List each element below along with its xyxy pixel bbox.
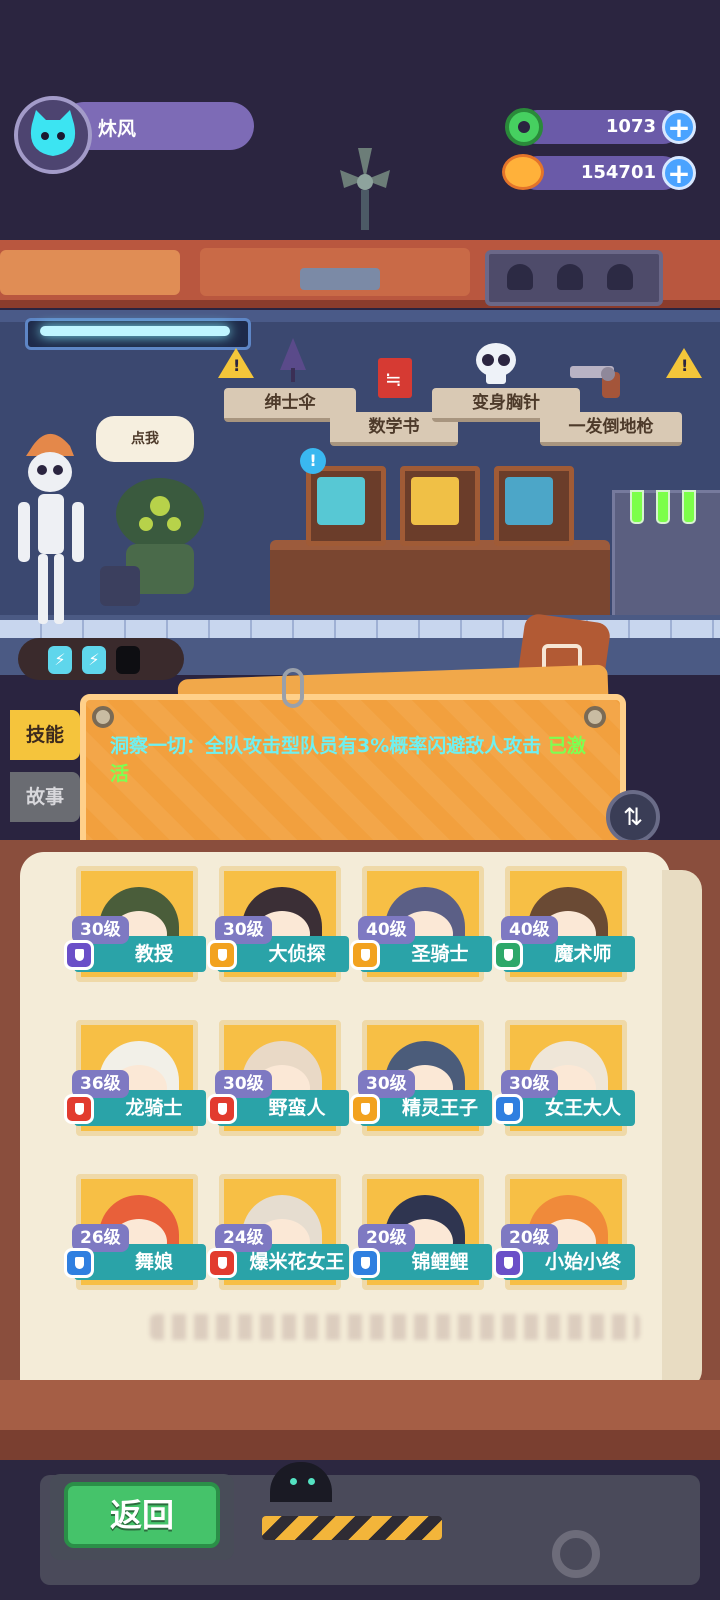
character-name: 魔术师 [554,943,612,965]
character-name: 野蛮人 [268,1097,326,1119]
energy-cell-empty [116,646,140,674]
skeleton-character[interactable] [8,420,88,630]
test-tube [656,490,670,524]
character-card[interactable]: 20级 锦鲤鲤 [350,1174,494,1314]
player-name: 炑风 [98,118,137,140]
pin-icon [92,706,114,728]
character-name: 女王大人 [544,1097,621,1119]
cat-avatar-icon [30,110,76,156]
add-coin-button[interactable]: + [662,156,696,190]
character-name: 龙骑士 [125,1097,183,1119]
class-badge-icon [493,1094,523,1124]
add-gem-button[interactable]: + [662,110,696,144]
character-card[interactable]: 30级 精灵王子 [350,1020,494,1160]
back-button[interactable]: 返回 [64,1482,220,1548]
skull-icon[interactable] [472,340,520,388]
ghost-icon [557,264,583,290]
swap-button[interactable]: ⇅ [606,790,660,844]
robot-character[interactable] [100,470,220,610]
book-base [0,1430,720,1460]
dial-icon [552,1530,600,1578]
character-card[interactable]: 40级 魔术师 [493,866,637,1006]
blurred-caption [150,1314,640,1340]
energy-cell-icon: ⚡ [48,646,72,674]
test-tube [630,490,644,524]
class-badge-icon [350,1094,380,1124]
class-badge-icon [207,940,237,970]
warning-icon: ! [218,348,254,378]
tab-story[interactable]: 故事 [10,772,80,822]
character-card[interactable]: 30级 女王大人 [493,1020,637,1160]
creature-eye [290,1478,297,1485]
fan-icon [340,148,390,230]
character-card[interactable]: 30级 野蛮人 [207,1020,351,1160]
character-card[interactable]: 30级 大侦探 [207,866,351,1006]
floor-tiles [0,620,720,638]
class-badge-icon [350,1248,380,1278]
ghost-icon [507,264,533,290]
skill-text: 洞察一切：全队攻击型队员有3%概率闪避敌人攻击 [110,735,542,757]
pin-icon [584,706,606,728]
lamp-glow [40,326,230,336]
class-badge-icon [493,940,523,970]
creature-eye [308,1478,315,1485]
character-name: 爆米花女王 [249,1251,345,1273]
character-card[interactable]: 30级 教授 [64,866,208,1006]
character-card[interactable]: 26级 舞娘 [64,1174,208,1314]
character-card[interactable]: 40级 圣骑士 [350,866,494,1006]
character-name: 大侦探 [268,943,326,965]
class-badge-icon [493,1248,523,1278]
character-card[interactable]: 20级 小始小终 [493,1174,637,1314]
donut-gem-icon [505,108,543,146]
class-badge-icon [350,940,380,970]
book-icon[interactable]: ≒ [376,356,414,400]
character-name: 教授 [134,943,173,965]
warning-icon: ! [666,348,702,378]
gem-amount: 1073 [605,116,656,137]
character-name: 圣骑士 [411,943,469,965]
vent-grille [300,268,380,290]
character-card[interactable]: 36级 龙骑士 [64,1020,208,1160]
test-tube [682,490,696,524]
character-name: 小始小终 [544,1251,621,1273]
class-badge-icon [64,1248,94,1278]
umbrella-icon[interactable] [276,334,310,384]
ghost-display [485,250,663,306]
hazard-stripe [262,1516,442,1540]
paperclip-icon [282,668,304,708]
class-badge-icon [64,1094,94,1124]
character-card[interactable]: 24级 爆米花女王 [207,1174,351,1314]
shelf-panel [0,250,180,295]
planet-coin-icon [502,154,544,190]
photo-frame[interactable] [494,466,574,546]
character-name: 锦鲤鲤 [411,1251,469,1273]
book-page-edge [662,870,702,1390]
tab-skill[interactable]: 技能 [10,710,80,760]
skill-description: 洞察一切：全队攻击型队员有3%概率闪避敌人攻击 已激活 [110,732,590,788]
energy-cell-icon: ⚡ [82,646,106,674]
tap-me-bubble[interactable]: 点我 [96,416,194,462]
character-name: 精灵王子 [401,1097,478,1119]
photo-frame[interactable] [306,466,386,546]
photo-frame[interactable] [400,466,480,546]
item-sign-gun[interactable]: 一发倒地枪 [540,412,682,446]
alert-icon[interactable]: ! [300,448,326,474]
class-badge-icon [207,1248,237,1278]
coin-amount: 154701 [580,162,656,183]
class-badge-icon [207,1094,237,1124]
character-name: 舞娘 [134,1251,173,1273]
class-badge-icon [64,940,94,970]
ghost-icon [607,264,633,290]
svg-text:≒: ≒ [385,367,402,391]
